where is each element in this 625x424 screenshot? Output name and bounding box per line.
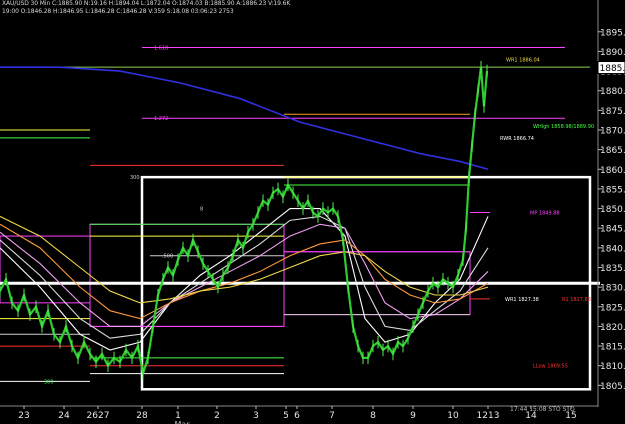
x-tick-label-5: 2 [214,411,220,421]
x-tick-label-10: 8 [370,411,376,421]
y-tick-label-17: 1890.0 [600,48,625,58]
y-tick-label-4: 1825.0 [600,303,625,313]
x-tick-label-1: 24 [58,411,70,421]
chart: XAU/USD 30 Min C:1885.90 N:19.16 H:1894.… [0,0,625,424]
level-label-2: 1.272 [154,116,168,122]
chart-svg: 1.618 1.272 .500 WR1 1886.04 WHigh 1858.98/1… [0,0,625,424]
x-tick-label-7: 5 [283,411,289,421]
y-tick-label-2: 1815.0 [600,343,625,353]
x-tick-label-8: 6 [294,411,300,421]
pivot-label-4: WR1 1827.38 [505,297,539,303]
x-tick-label-13: 1213 [477,411,500,421]
pivot-label-3: MP 1849.88 [530,211,560,217]
y-tick-label-18: 1895.0 [600,28,625,38]
pivot-label-1: WHigh 1858.98/1889.90 [533,124,594,130]
x-tick-label-12: 10 [447,411,459,421]
mini-label-1: 8 [200,207,203,213]
y-tick-label-0: 1805.0 [600,382,625,392]
y-tick-label-11: 1860.0 [600,166,625,176]
x-tick-label-0: 23 [18,411,29,421]
bottom-right-text: 17:44 15:08 STO STO [510,406,575,413]
pivot-label-2: RWR 1866.74 [500,136,534,142]
last-price-label: 1885.90 [600,64,625,74]
x-month-label: Mar [174,420,190,424]
y-tick-label-6: 1835.0 [600,264,625,274]
y-tick-label-8: 1845.0 [600,225,625,235]
moving-average-3 [0,223,489,320]
mini-label-2: 300 [44,379,54,385]
y-tick-label-12: 1865.0 [600,146,625,156]
pivot-label-0: WR1 1886.04 [506,57,540,63]
y-tick-label-13: 1870.0 [600,127,625,137]
moving-average-0 [0,208,489,351]
y-tick-label-7: 1840.0 [600,244,625,254]
y-tick-label-10: 1855.0 [600,185,625,195]
x-tick-label-2: 2627 [87,411,110,421]
pivot-label-5: R1 1827.83 [562,297,591,303]
y-tick-label-5: 1830.0 [600,284,625,294]
x-tick-label-11: 9 [410,411,416,421]
x-tick-label-9: 7 [329,411,335,421]
mini-label-0: 300 [130,175,140,181]
moving-average-4 [0,215,489,304]
pivot-label-6: LLow 1809.55 [533,364,568,370]
y-tick-label-14: 1875.0 [600,107,625,117]
y-tick-label-1: 1810.0 [600,362,625,372]
y-tick-label-9: 1850.0 [600,205,625,215]
level-label-13: .500 [162,254,173,260]
x-tick-label-3: 28 [136,411,148,421]
x-tick-label-6: 3 [253,411,259,421]
y-tick-label-3: 1820.0 [600,323,625,333]
y-tick-label-15: 1880.0 [600,87,625,97]
level-label-0: 1.618 [154,46,168,52]
pivot-box-2 [89,223,285,327]
